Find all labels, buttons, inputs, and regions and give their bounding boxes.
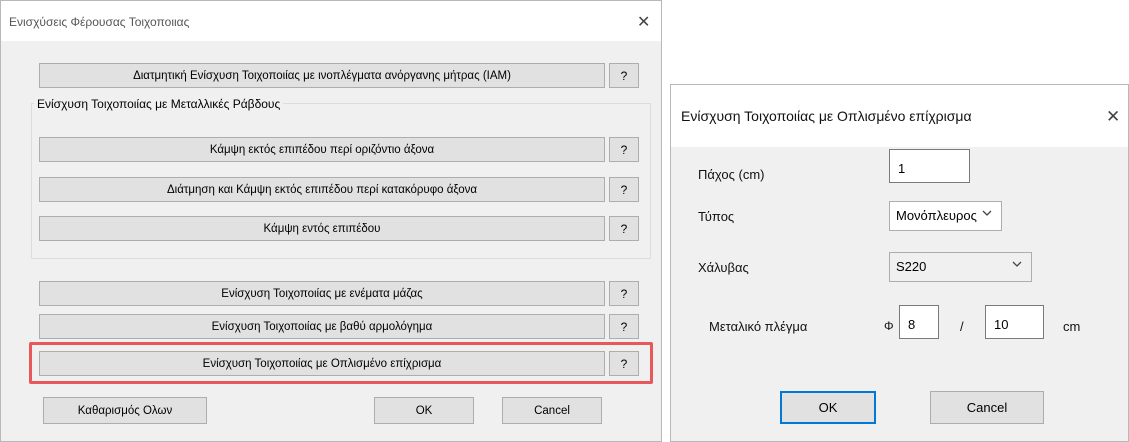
reinforced-plaster-button[interactable]: Ενίσχυση Τοιχοποιίας με Οπλισμένο επίχρι…: [39, 351, 605, 376]
ok-button[interactable]: OK: [780, 391, 876, 424]
type-select-value: Μονόπλευρος: [896, 208, 977, 223]
dialog-reinforced-plaster: Ενίσχυση Τοιχοποιίας με Οπλισμένο επίχρι…: [670, 84, 1129, 442]
chevron-down-icon: [1011, 258, 1023, 273]
unit-cm-label: cm: [1063, 319, 1081, 334]
steel-select-value: S220: [896, 259, 927, 274]
iam-reinforcement-button[interactable]: Διατμητική Ενίσχυση Τοιχοποιίας με ινοπλ…: [39, 63, 605, 88]
help-button-bend-horizontal[interactable]: ?: [609, 137, 639, 162]
phi-symbol: Φ: [884, 319, 894, 333]
mass-injections-button[interactable]: Ενίσχυση Τοιχοποιίας με ενέματα μάζας: [39, 281, 605, 306]
deep-jointing-button[interactable]: Ενίσχυση Τοιχοποιίας με βαθύ αρμολόγημα: [39, 314, 605, 339]
cancel-button[interactable]: Cancel: [930, 391, 1044, 424]
mesh-spacing-field[interactable]: [985, 305, 1044, 339]
steel-label: Χάλυβας: [698, 260, 749, 275]
clear-all-button[interactable]: Καθαρισμός Ολων: [43, 397, 207, 424]
bend-out-of-plane-horizontal-button[interactable]: Κάμψη εκτός επιπέδου περί οριζόντιο άξον…: [39, 137, 605, 162]
help-button-injections[interactable]: ?: [609, 281, 639, 306]
help-button-shear-bend-vertical[interactable]: ?: [609, 177, 639, 202]
close-icon[interactable]: ✕: [1106, 107, 1120, 127]
metal-bars-group-title: Ενίσχυση Τοιχοποιίας με Μεταλλικές Ράβδο…: [34, 97, 284, 111]
dialog-masonry-reinforcements: Ενισχύσεις Φέρουσας Τοιχοποιιας ✕ Διατμη…: [0, 0, 662, 442]
thickness-label: Πάχος (cm): [698, 167, 765, 182]
help-button-bend-in-plane[interactable]: ?: [609, 216, 639, 241]
dialog2-title: Ενίσχυση Τοιχοποιίας με Οπλισμένο επίχρι…: [681, 108, 972, 124]
chevron-down-icon: [981, 207, 993, 222]
shear-bend-vertical-button[interactable]: Διάτμηση και Κάμψη εκτός επιπέδου περί κ…: [39, 177, 605, 202]
bend-in-plane-button[interactable]: Κάμψη εντός επιπέδου: [39, 216, 605, 241]
dialog2-titlebar: Ενίσχυση Τοιχοποιίας με Οπλισμένο επίχρι…: [671, 85, 1128, 147]
type-select[interactable]: Μονόπλευρος: [889, 201, 1002, 231]
mesh-diameter-field[interactable]: [899, 305, 939, 339]
close-icon[interactable]: ✕: [637, 12, 650, 32]
mesh-label: Μεταλικό πλέγμα: [709, 319, 808, 334]
type-label: Τύπος: [698, 209, 735, 224]
help-button-plaster[interactable]: ?: [609, 351, 639, 376]
ok-button[interactable]: OK: [374, 397, 474, 424]
help-button-deep-jointing[interactable]: ?: [609, 314, 639, 339]
dialog1-title: Ενισχύσεις Φέρουσας Τοιχοποιιας: [9, 15, 190, 29]
thickness-field[interactable]: [889, 149, 970, 183]
help-button-iam[interactable]: ?: [609, 63, 639, 88]
cancel-button[interactable]: Cancel: [502, 397, 602, 424]
steel-select[interactable]: S220: [889, 252, 1032, 282]
dialog1-titlebar: Ενισχύσεις Φέρουσας Τοιχοποιιας ✕: [1, 1, 661, 41]
mesh-slash: /: [960, 319, 964, 334]
